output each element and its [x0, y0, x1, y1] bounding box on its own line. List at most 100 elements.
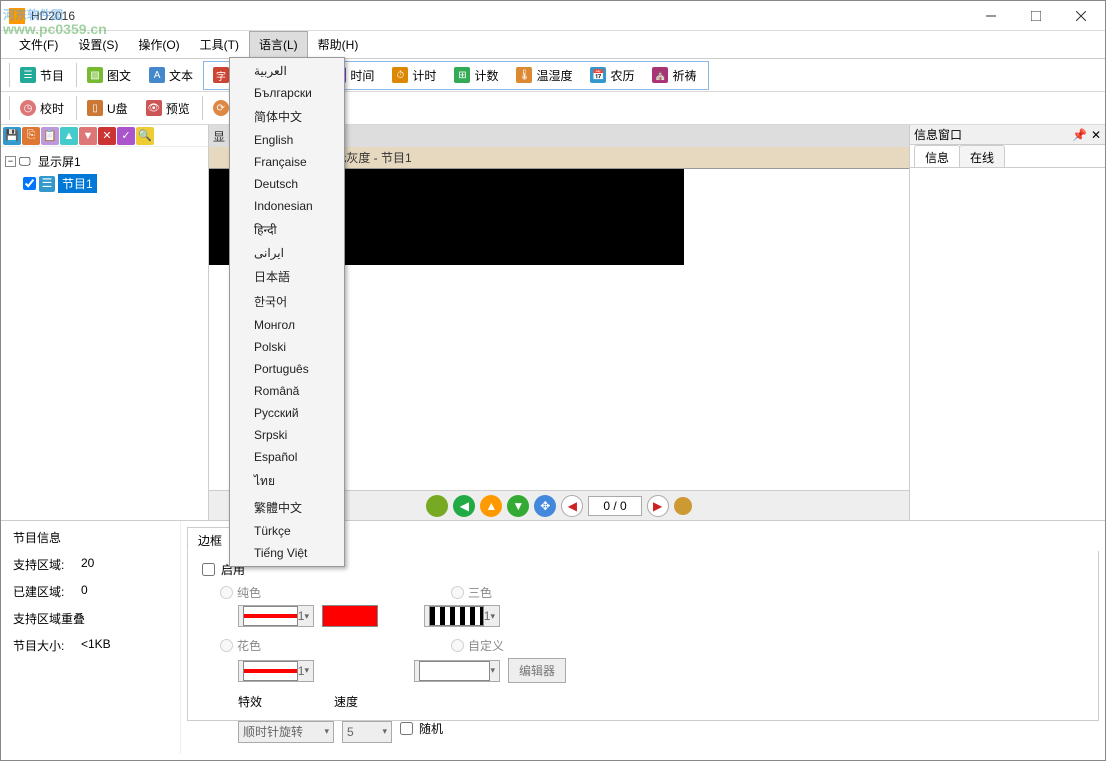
lang-item-12[interactable]: Polski [232, 336, 342, 358]
left-panel: 💾 ⎘ 📋 ▲ ▼ ✕ ✓ 🔍 − 🖵 显示屏1 ☰ 节目1 [1, 125, 209, 520]
down-icon[interactable]: ▼ [79, 127, 97, 145]
speed-combo[interactable]: 5▾ [342, 721, 392, 743]
btn-temp[interactable]: 🌡温湿度 [508, 63, 580, 88]
play-down-button[interactable]: ▼ [507, 495, 529, 517]
maximize-button[interactable] [1013, 2, 1058, 30]
tree-child-label: 节目1 [58, 174, 97, 193]
pattern-combo[interactable]: 1▾ [238, 660, 314, 682]
collapse-icon[interactable]: − [5, 156, 16, 167]
tree-root[interactable]: − 🖵 显示屏1 [5, 151, 204, 172]
app-title: HD2016 [31, 9, 968, 23]
menu-bar: 文件(F) 设置(S) 操作(O) 工具(T) 语言(L) 帮助(H) [1, 31, 1105, 59]
lang-item-6[interactable]: Indonesian [232, 195, 342, 217]
btn-pray[interactable]: ⛪祈祷 [644, 63, 704, 88]
lang-item-20[interactable]: Türkçe [232, 520, 342, 542]
editor-button[interactable]: 编辑器 [508, 658, 566, 683]
move-button[interactable]: ✥ [534, 495, 556, 517]
prev-button[interactable]: ◀ [561, 495, 583, 517]
copy-icon[interactable]: ⎘ [22, 127, 40, 145]
frame-counter: 0 / 0 [588, 496, 641, 516]
info-panel-body [910, 167, 1105, 520]
btn-udisk[interactable]: ▯U盘 [79, 96, 136, 121]
tree-checkbox[interactable] [23, 177, 36, 190]
loading-icon [674, 497, 692, 515]
menu-language[interactable]: 语言(L) [249, 31, 308, 58]
size-value: <1KB [81, 637, 111, 654]
check-icon[interactable]: ✓ [117, 127, 135, 145]
lang-item-8[interactable]: ایرانی [232, 242, 342, 264]
tab-border[interactable]: 边框 [187, 527, 233, 551]
lang-item-13[interactable]: Português [232, 358, 342, 380]
language-menu: العربيةБългарски简体中文EnglishFrançaiseDeut… [229, 57, 345, 567]
enable-checkbox[interactable] [202, 563, 215, 576]
tri-label: 三色 [468, 584, 492, 601]
lang-item-16[interactable]: Srpski [232, 424, 342, 446]
toolbar-primary: ☰节目 ▧图文 A文本 字字 xExcel ◷时间 ⏱计时 ⊞计数 🌡温湿度 📅… [1, 59, 1105, 92]
pattern-label: 花色 [237, 637, 261, 654]
close-panel-icon[interactable]: ✕ [1091, 128, 1101, 142]
lang-item-4[interactable]: Française [232, 151, 342, 173]
lang-item-14[interactable]: Română [232, 380, 342, 402]
random-checkbox[interactable] [400, 722, 413, 735]
lang-item-0[interactable]: العربية [232, 60, 342, 82]
tree-child[interactable]: ☰ 节目1 [23, 172, 204, 195]
lang-item-11[interactable]: Монгол [232, 314, 342, 336]
btn-image[interactable]: ▧图文 [79, 63, 139, 88]
next-button[interactable]: ▶ [647, 495, 669, 517]
play-left-button[interactable]: ◀ [453, 495, 475, 517]
radio-solid[interactable] [220, 586, 233, 599]
btn-timer[interactable]: ⏱计时 [384, 63, 444, 88]
lang-item-1[interactable]: Български [232, 82, 342, 104]
radio-tri[interactable] [451, 586, 464, 599]
paste-icon[interactable]: 📋 [41, 127, 59, 145]
screen-icon: 🖵 [19, 154, 35, 170]
lang-item-21[interactable]: Tiếng Việt [232, 542, 342, 564]
save-icon[interactable]: 💾 [3, 127, 21, 145]
btn-count[interactable]: ⊞计数 [446, 63, 506, 88]
pin-icon[interactable]: 📌 [1072, 128, 1087, 142]
lang-item-9[interactable]: 日本語 [232, 264, 342, 289]
lang-item-18[interactable]: ไทย [232, 468, 342, 495]
app-icon [9, 8, 25, 24]
mini-toolbar: 💾 ⎘ 📋 ▲ ▼ ✕ ✓ 🔍 [1, 125, 208, 147]
color-picker[interactable] [322, 605, 378, 627]
solid-combo[interactable]: 1▾ [238, 605, 314, 627]
up-icon[interactable]: ▲ [60, 127, 78, 145]
close-button[interactable] [1058, 2, 1103, 30]
menu-operate[interactable]: 操作(O) [128, 31, 189, 58]
radio-pattern[interactable] [220, 639, 233, 652]
canvas-label: 显 [213, 128, 225, 145]
lang-item-17[interactable]: Español [232, 446, 342, 468]
bottom-panel: 节目信息 支持区域:20 已建区域:0 支持区域重叠 节目大小:<1KB 边框 … [1, 520, 1105, 754]
lang-item-3[interactable]: English [232, 129, 342, 151]
menu-file[interactable]: 文件(F) [9, 31, 68, 58]
search-icon[interactable]: 🔍 [136, 127, 154, 145]
btn-text[interactable]: A文本 [141, 63, 201, 88]
menu-help[interactable]: 帮助(H) [308, 31, 369, 58]
tri-combo[interactable]: 1▾ [424, 605, 500, 627]
support-region-value: 20 [81, 556, 94, 573]
delete-icon[interactable]: ✕ [98, 127, 116, 145]
custom-combo[interactable]: ▾ [414, 660, 500, 682]
radio-custom[interactable] [451, 639, 464, 652]
btn-lunar[interactable]: 📅农历 [582, 63, 642, 88]
lang-item-15[interactable]: Русский [232, 402, 342, 424]
tab-info[interactable]: 信息 [914, 145, 960, 167]
lang-item-5[interactable]: Deutsch [232, 173, 342, 195]
menu-tools[interactable]: 工具(T) [190, 31, 249, 58]
lang-item-10[interactable]: 한국어 [232, 289, 342, 314]
tab-online[interactable]: 在线 [959, 145, 1005, 167]
info-panel-title: 信息窗口 [914, 126, 962, 143]
btn-program[interactable]: ☰节目 [12, 63, 72, 88]
effect-combo[interactable]: 顺时针旋转▾ [238, 721, 334, 743]
menu-settings[interactable]: 设置(S) [68, 31, 128, 58]
btn-preview[interactable]: 👁预览 [138, 96, 198, 121]
lang-item-19[interactable]: 繁體中文 [232, 495, 342, 520]
play-up-button[interactable]: ▲ [480, 495, 502, 517]
minimize-button[interactable] [968, 2, 1013, 30]
record-icon[interactable] [426, 495, 448, 517]
btn-sync[interactable]: ◷校时 [12, 96, 72, 121]
lang-item-7[interactable]: हिन्दी [232, 217, 342, 242]
lang-item-2[interactable]: 简体中文 [232, 104, 342, 129]
program-info: 节目信息 支持区域:20 已建区域:0 支持区域重叠 节目大小:<1KB [1, 521, 181, 754]
